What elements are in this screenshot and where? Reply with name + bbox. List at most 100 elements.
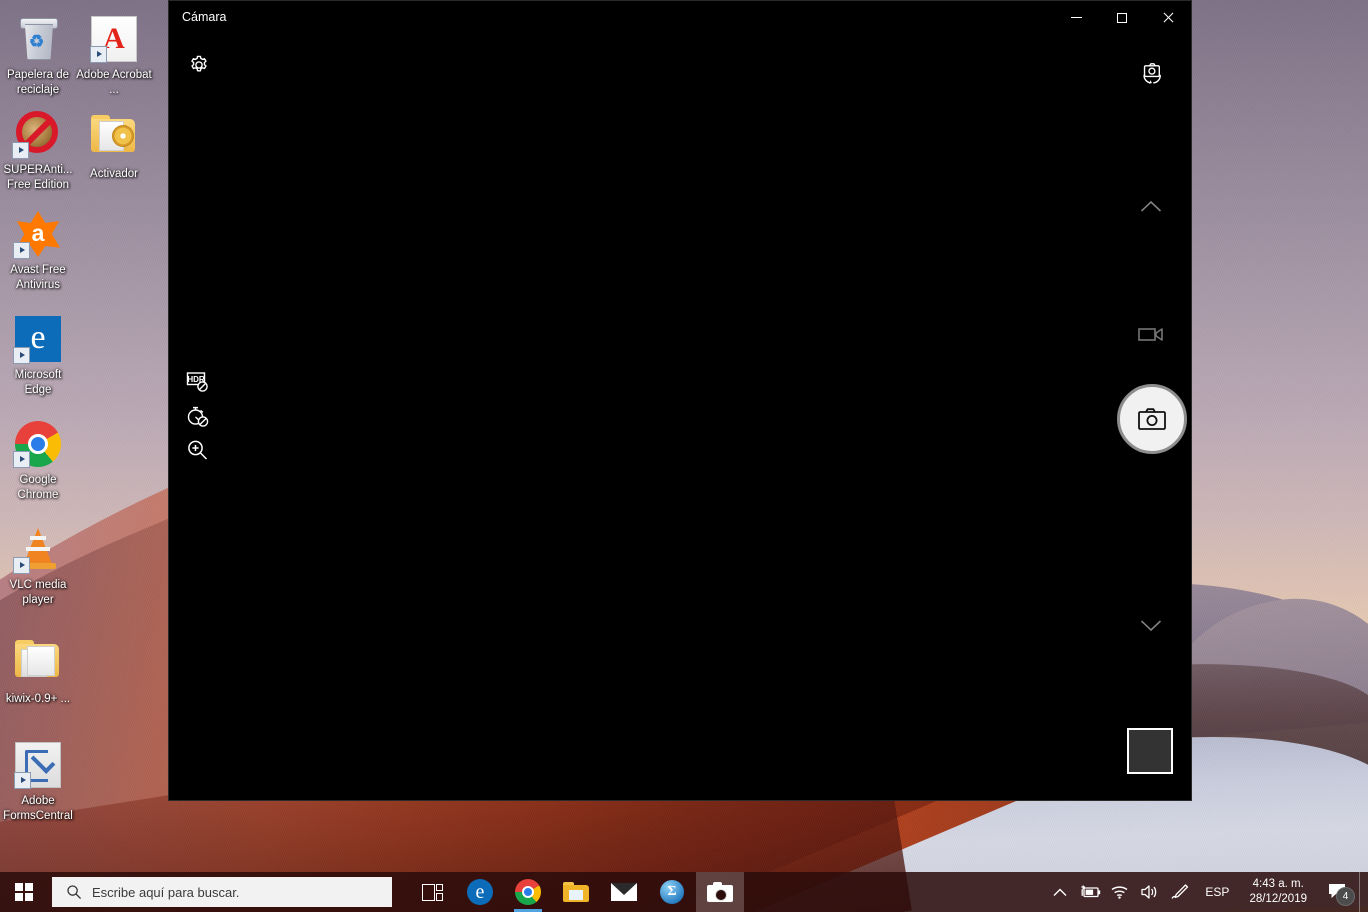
- action-center-button[interactable]: 4: [1317, 872, 1359, 912]
- video-camera-icon: [1138, 328, 1163, 341]
- desktop-icon-label: Adobe Acrobat ...: [76, 69, 152, 96]
- photo-timer-button[interactable]: [177, 399, 219, 433]
- taskbar-item-task-view[interactable]: [408, 872, 456, 912]
- taskbar-item-microsoft-edge[interactable]: e: [456, 872, 504, 912]
- shortcut-overlay-icon: [13, 242, 30, 259]
- chevron-down-icon: [1140, 619, 1162, 631]
- notification-count-badge: 4: [1336, 887, 1355, 906]
- desktop-icon-label: Google Chrome: [17, 474, 59, 501]
- desktop-icon-label: Activador: [90, 168, 138, 180]
- adobe-formscentral-icon: [14, 742, 62, 790]
- desktop-icon-microsoft-edge[interactable]: e Microsoft Edge: [0, 315, 76, 397]
- close-icon: [1162, 12, 1174, 24]
- network-status-button[interactable]: [1105, 872, 1135, 912]
- windows-ink-button[interactable]: [1165, 872, 1195, 912]
- desktop-icon-label: kiwix-0.9+ ...: [5, 693, 71, 705]
- desktop-icon-google-chrome[interactable]: Google Chrome: [0, 420, 76, 502]
- maximize-icon: [1117, 12, 1127, 23]
- expand-controls-down-button[interactable]: [1129, 608, 1173, 642]
- system-tray: ESP 4:43 a. m. 28/12/2019 4: [1045, 872, 1368, 912]
- shortcut-overlay-icon: [14, 772, 31, 789]
- mail-icon: [611, 883, 637, 901]
- desktop-icon-kiwix-folder[interactable]: kiwix-0.9+ ...: [0, 635, 76, 707]
- window-title: Cámara: [182, 10, 227, 24]
- folder-icon: [90, 115, 138, 163]
- desktop-icon-label: VLC media player: [9, 579, 67, 606]
- adobe-acrobat-icon: A: [90, 16, 138, 64]
- windows-logo-icon: [15, 883, 33, 901]
- desktop-icon-label: Adobe FormsCentral: [3, 795, 73, 822]
- taskbar-item-camera[interactable]: [696, 872, 744, 912]
- desktop-icon-label: Avast Free Antivirus: [10, 264, 66, 291]
- desktop-icon-label: SUPERAnti... Free Edition: [3, 164, 73, 191]
- timer-off-icon: [187, 406, 209, 427]
- desktop-icon-activador[interactable]: Activador: [76, 110, 152, 182]
- start-button[interactable]: [0, 872, 48, 912]
- capture-photo-button[interactable]: [1117, 384, 1187, 454]
- battery-status-button[interactable]: [1075, 872, 1105, 912]
- show-desktop-button[interactable]: [1359, 872, 1368, 912]
- edge-icon: e: [13, 316, 62, 364]
- chrome-icon: [515, 879, 541, 905]
- battery-charging-icon: [1081, 885, 1101, 898]
- taskbar-item-google-chrome[interactable]: [504, 872, 552, 912]
- taskbar-item-math-input[interactable]: Σ: [648, 872, 696, 912]
- switch-camera-button[interactable]: [1129, 55, 1173, 95]
- desktop-icon-adobe-formscentral[interactable]: Adobe FormsCentral: [0, 740, 76, 823]
- minimize-icon: [1070, 17, 1082, 18]
- video-mode-button[interactable]: [1129, 315, 1173, 353]
- desktop-icon-label: Microsoft Edge: [14, 369, 62, 396]
- wifi-icon: [1112, 886, 1128, 899]
- search-placeholder: Escribe aquí para buscar.: [92, 884, 240, 900]
- shortcut-overlay-icon: [12, 142, 29, 159]
- avast-icon: a: [13, 211, 62, 259]
- camera-preview[interactable]: HDR: [169, 35, 1191, 800]
- chevron-up-icon: [1140, 200, 1162, 212]
- shortcut-overlay-icon: [13, 451, 30, 468]
- zoom-in-icon: [188, 440, 208, 460]
- search-input[interactable]: Escribe aquí para buscar.: [52, 877, 392, 907]
- close-button[interactable]: [1145, 1, 1191, 34]
- zoom-button[interactable]: [177, 433, 219, 467]
- language-indicator[interactable]: ESP: [1195, 872, 1239, 912]
- task-view-icon: [422, 883, 443, 901]
- folder-icon: [14, 640, 62, 688]
- desktop-icon-adobe-acrobat[interactable]: A Adobe Acrobat ...: [76, 14, 152, 97]
- shortcut-overlay-icon: [13, 347, 30, 364]
- desktop-icon-avast[interactable]: a Avast Free Antivirus: [0, 210, 76, 292]
- show-hidden-icons-button[interactable]: [1045, 872, 1075, 912]
- speaker-icon: [1141, 885, 1157, 899]
- camera-window[interactable]: Cámara HDR: [168, 0, 1192, 801]
- clock[interactable]: 4:43 a. m. 28/12/2019: [1239, 872, 1317, 912]
- chevron-up-icon: [1053, 888, 1067, 896]
- taskbar[interactable]: Escribe aquí para buscar. e Σ ESP 4:43 a…: [0, 872, 1368, 912]
- clock-time: 4:43 a. m.: [1252, 878, 1304, 890]
- search-icon: [67, 885, 82, 900]
- vlc-icon: [13, 526, 62, 574]
- volume-button[interactable]: [1135, 872, 1165, 912]
- file-explorer-icon: [563, 881, 589, 903]
- maximize-button[interactable]: [1099, 1, 1145, 34]
- shortcut-overlay-icon: [90, 46, 107, 63]
- settings-button[interactable]: [177, 45, 221, 85]
- edge-icon: e: [467, 879, 493, 905]
- hdr-toggle-button[interactable]: HDR: [177, 365, 219, 399]
- taskbar-item-mail[interactable]: [600, 872, 648, 912]
- switch-camera-icon: [1143, 63, 1161, 84]
- superantispyware-icon: [12, 111, 62, 159]
- camera-icon: [707, 882, 733, 902]
- desktop-icon-label: Papelera de reciclaje: [6, 69, 70, 96]
- desktop-icon-recycle-bin[interactable]: ♻ Papelera de reciclaje: [0, 14, 76, 97]
- desktop-icon-superantispyware[interactable]: SUPERAnti... Free Edition: [0, 110, 76, 192]
- clock-date: 28/12/2019: [1249, 893, 1307, 905]
- math-sigma-icon: Σ: [660, 880, 684, 904]
- camera-icon: [1138, 408, 1166, 430]
- last-photo-thumbnail[interactable]: [1127, 728, 1173, 774]
- minimize-button[interactable]: [1053, 1, 1099, 34]
- recycle-bin-icon: ♻: [14, 16, 62, 64]
- expand-controls-up-button[interactable]: [1129, 189, 1173, 223]
- desktop-icon-vlc[interactable]: VLC media player: [0, 525, 76, 607]
- taskbar-item-file-explorer[interactable]: [552, 872, 600, 912]
- chrome-icon: [13, 421, 62, 469]
- camera-title-bar[interactable]: Cámara: [169, 1, 1191, 35]
